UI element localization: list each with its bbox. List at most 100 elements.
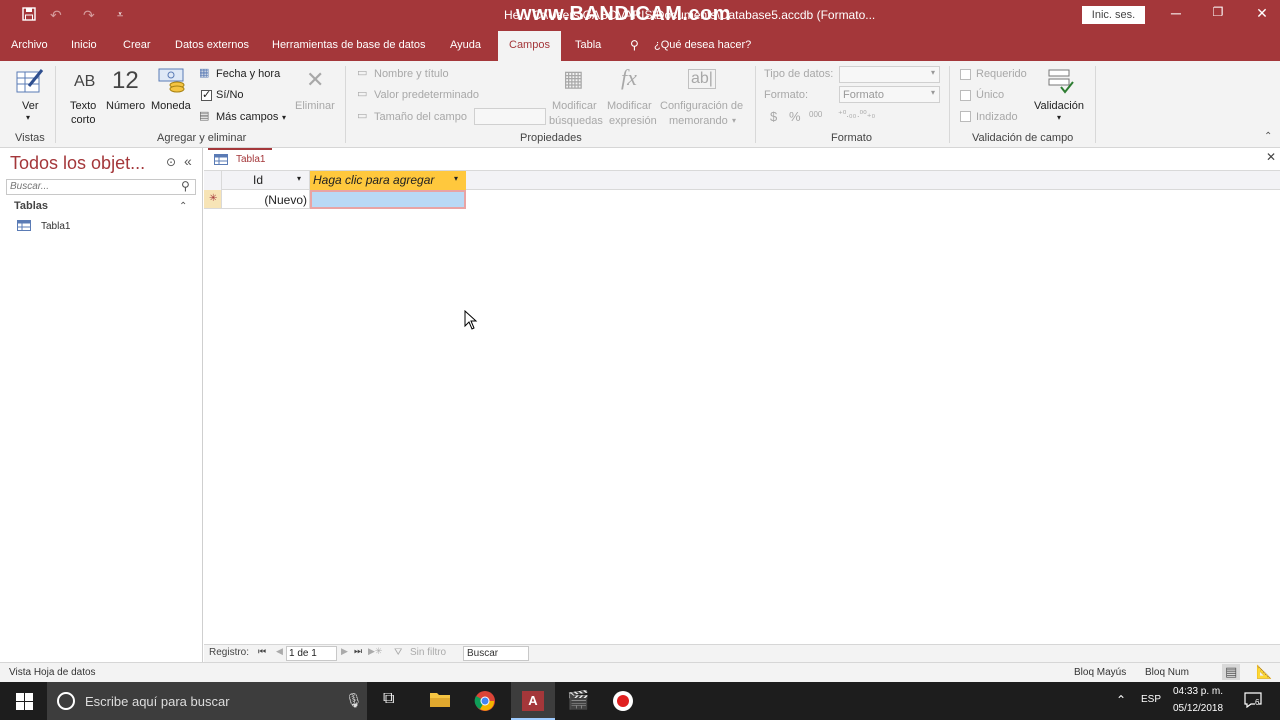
indizado-checkbox[interactable] [960, 111, 971, 122]
column-header-id[interactable]: Id ▾ [222, 171, 310, 190]
show-hidden-icons-icon[interactable]: ⌃ [1116, 693, 1126, 707]
increase-decimals-icon[interactable]: ⁺⁰.₀₀ [838, 109, 856, 120]
column-header-add[interactable]: Haga clic para agregar ▾ [310, 171, 466, 190]
formato-select[interactable]: Formato ▾ [839, 86, 940, 103]
customize-qat-icon[interactable]: ⩡ [117, 9, 123, 22]
language-indicator[interactable]: ESP [1141, 694, 1161, 705]
group-separator [55, 66, 56, 143]
document-tab-tabla1[interactable]: Tabla1 [208, 148, 272, 170]
windows-start-icon[interactable] [16, 693, 33, 710]
collapse-section-icon[interactable]: ⌃ [179, 201, 187, 212]
taskbar-search-box[interactable]: Escribe aquí para buscar 🎙 [47, 682, 367, 720]
modificar-expresion-label-1[interactable]: Modificar [607, 100, 652, 112]
file-explorer-icon[interactable] [429, 690, 453, 712]
collapse-ribbon-icon[interactable]: ⌃ [1264, 131, 1272, 142]
first-record-icon[interactable]: ⏮ [258, 646, 266, 657]
thousands-format-icon[interactable]: 000 [809, 110, 822, 119]
mas-campos-dropdown-icon[interactable]: ▾ [282, 113, 286, 122]
bandicam-record-icon[interactable] [612, 690, 636, 712]
nav-pane-title[interactable]: Todos los objet... [10, 153, 145, 174]
decrease-decimals-icon[interactable]: .⁰⁰₊₀ [857, 109, 875, 120]
requerido-checkbox[interactable] [960, 69, 971, 80]
calendar-icon: ▦ [199, 67, 210, 79]
indizado-label: Indizado [976, 111, 1018, 123]
tab-herramientas[interactable]: Herramientas de base de datos [272, 39, 425, 51]
redo-icon[interactable]: ↷ [83, 7, 95, 24]
select-all-corner[interactable] [204, 171, 222, 190]
previous-record-icon[interactable]: ◀ [276, 646, 283, 657]
tab-datos-externos[interactable]: Datos externos [175, 39, 249, 51]
current-record-input[interactable]: 1 de 1 [286, 646, 337, 661]
ver-button[interactable]: Ver [22, 100, 39, 112]
table-cell-add-selected[interactable] [310, 190, 466, 209]
valor-pred-button[interactable]: Valor predeterminado [374, 89, 479, 101]
tab-tabla[interactable]: Tabla [575, 39, 601, 51]
numero-button[interactable]: Número [106, 100, 145, 112]
config-memorando-dropdown-icon[interactable]: ▾ [732, 116, 736, 125]
next-record-icon[interactable]: ▶ [341, 646, 348, 657]
clock-date[interactable]: 05/12/2018 [1173, 703, 1223, 714]
last-record-icon[interactable]: ⏭ [354, 646, 362, 657]
filter-status[interactable]: Sin filtro [410, 647, 446, 658]
design-view-icon[interactable]: 📐 [1256, 664, 1272, 680]
windows-taskbar: Escribe aquí para buscar 🎙 ⧉ A 🎬 ⌃ ESP 0… [0, 682, 1280, 720]
clock-time[interactable]: 04:33 p. m. [1173, 686, 1223, 697]
group-separator [949, 66, 950, 143]
tipo-datos-select[interactable]: ▾ [839, 66, 940, 83]
new-record-nav-icon[interactable]: ▶✳ [368, 646, 382, 657]
ver-dropdown-icon[interactable]: ▾ [26, 113, 30, 122]
texto-corto-label-2[interactable]: corto [71, 114, 95, 126]
close-document-icon[interactable]: ✕ [1266, 150, 1276, 164]
modificar-expresion-label-2[interactable]: expresión [609, 115, 657, 127]
datasheet-view-icon[interactable]: ▤ [1222, 664, 1241, 680]
tab-inicio[interactable]: Inicio [71, 39, 97, 51]
unico-checkbox[interactable] [960, 90, 971, 101]
validacion-button[interactable]: Validación [1034, 100, 1084, 112]
group-agregar-label: Agregar y eliminar [157, 132, 247, 144]
tell-me-box[interactable]: ¿Qué desea hacer? [654, 39, 751, 51]
validacion-dropdown-icon[interactable]: ▾ [1057, 113, 1061, 122]
currency-format-icon[interactable]: $ [770, 109, 777, 124]
tamano-field-input[interactable] [474, 108, 546, 125]
restore-icon[interactable]: ❐ [1208, 5, 1228, 19]
nav-item-tabla1[interactable]: Tabla1 [41, 221, 70, 232]
moneda-button[interactable]: Moneda [151, 100, 191, 112]
column-dropdown-icon[interactable]: ▾ [297, 174, 301, 183]
modificar-busquedas-label-1[interactable]: Modificar [552, 100, 597, 112]
nav-menu-dropdown-icon[interactable]: ⊙ [166, 155, 176, 169]
tab-ayuda[interactable]: Ayuda [450, 39, 481, 51]
task-view-icon[interactable]: ⧉ [383, 690, 407, 712]
sign-in-button[interactable]: Inic. ses. [1082, 6, 1145, 24]
nombre-titulo-button[interactable]: Nombre y título [374, 68, 449, 80]
save-icon[interactable] [22, 7, 36, 24]
access-taskbar-button[interactable]: A [511, 682, 555, 720]
ver-icon[interactable] [15, 66, 45, 96]
fecha-hora-button[interactable]: Fecha y hora [216, 68, 280, 80]
movie-clapper-icon[interactable]: 🎬 [567, 690, 591, 712]
new-record-selector[interactable]: ✳ [204, 190, 222, 209]
texto-corto-label-1[interactable]: Texto [70, 100, 96, 112]
search-icon[interactable]: ⚲ [181, 179, 190, 193]
config-memorando-label-1[interactable]: Configuración de [660, 100, 743, 112]
search-records-input[interactable]: Buscar [463, 646, 529, 661]
percent-format-icon[interactable]: % [789, 109, 801, 124]
undo-icon[interactable]: ↶ [50, 7, 62, 24]
tab-campos[interactable]: Campos [498, 31, 561, 61]
nav-section-tablas[interactable]: Tablas [14, 200, 48, 212]
si-no-button[interactable]: Sí/No [216, 89, 244, 101]
notification-center-icon[interactable]: 6 [1244, 692, 1262, 709]
eliminar-button[interactable]: Eliminar [295, 100, 335, 112]
chrome-icon[interactable] [474, 690, 498, 712]
shutter-bar-close-icon[interactable]: « [184, 153, 192, 169]
minimize-icon[interactable]: ─ [1166, 5, 1186, 21]
tab-crear[interactable]: Crear [123, 39, 151, 51]
mas-campos-button[interactable]: Más campos [216, 111, 278, 123]
microphone-icon[interactable]: 🎙 [345, 692, 363, 709]
tab-archivo[interactable]: Archivo [11, 39, 48, 51]
config-memorando-label-2[interactable]: memorando [669, 115, 728, 127]
column-dropdown-icon[interactable]: ▾ [454, 174, 458, 183]
table-cell-id-new[interactable]: (Nuevo) [222, 190, 310, 209]
close-icon[interactable]: ✕ [1252, 5, 1272, 22]
nav-search-input[interactable]: Buscar... [6, 179, 196, 195]
modificar-busquedas-label-2[interactable]: búsquedas [549, 115, 603, 127]
